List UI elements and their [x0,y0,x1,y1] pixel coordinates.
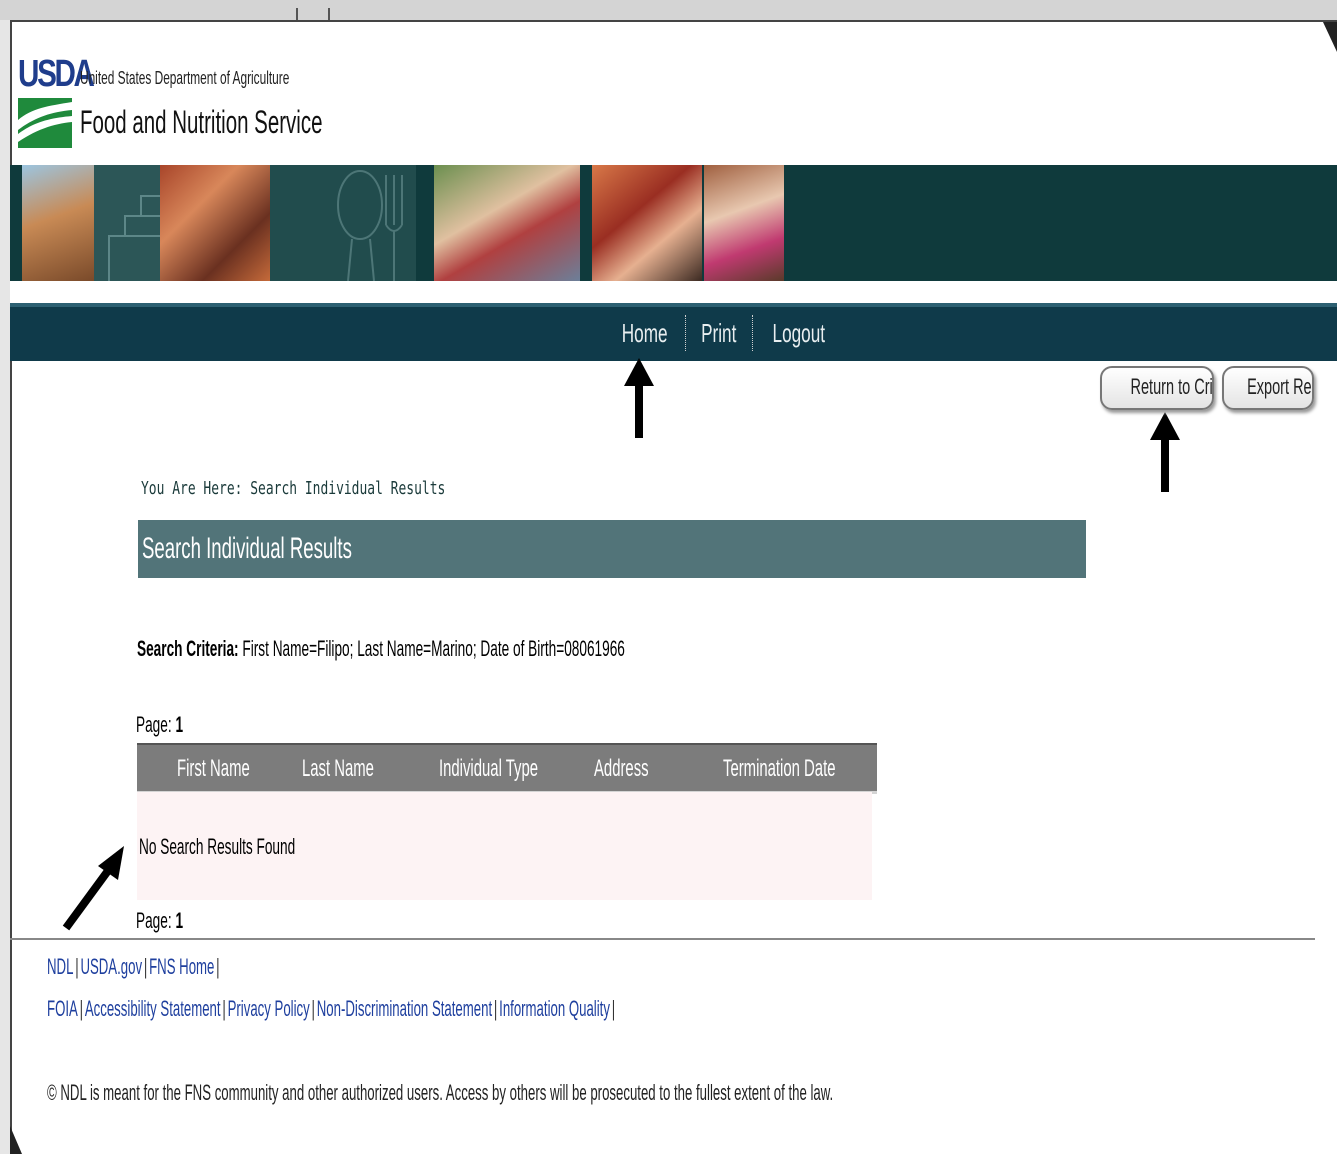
banner-photo-market [592,165,702,281]
return-to-criteria-label: Return to Criteria [1130,374,1213,399]
column-header-termination-date[interactable]: Termination Date [723,755,835,783]
footer-link-foia[interactable]: FOIA [47,996,78,1021]
footer-link-fns-home[interactable]: FNS Home [149,954,214,979]
callout-arrow-up-icon [624,358,654,438]
nav-logout-link[interactable]: Logout [771,318,826,349]
breadcrumb: You Are Here: Search Individual Results [141,478,446,499]
column-header-address[interactable]: Address [594,755,649,783]
nav-home-link[interactable]: Home [620,318,668,349]
return-to-criteria-button[interactable]: Return to Criteria [1100,366,1214,410]
column-header-individual-type[interactable]: Individual Type [439,755,538,783]
logo-agency-name: Food and Nutrition Service [80,104,323,140]
column-header-last-name[interactable]: Last Name [302,755,374,783]
pagination-top: Page: 1 [136,712,183,738]
browser-frame-segment [296,8,330,20]
empty-results-message: No Search Results Found [139,834,296,859]
frame-corner-mark-bottom [10,1126,22,1154]
banner-photo-women [704,165,784,281]
footer-link-privacy-policy[interactable]: Privacy Policy [228,996,310,1021]
footer-links-secondary: FOIA|Accessibility Statement|Privacy Pol… [47,996,616,1021]
footer-link-accessibility[interactable]: Accessibility Statement [85,996,221,1021]
header-photo-banner [10,165,1337,283]
footer-link-ndl[interactable]: NDL [47,954,73,979]
footer-link-non-discrimination[interactable]: Non-Discrimination Statement [317,996,492,1021]
search-criteria-value: First Name=Filipo; Last Name=Marino; Dat… [242,636,625,661]
search-criteria-label: Search Criteria: [137,636,239,661]
logo-wave-icon [18,98,72,148]
frame-corner-mark [1323,22,1337,52]
page-label: Page: [136,712,172,737]
footer-links-primary: NDL|USDA.gov|FNS Home| [47,954,220,979]
banner-graphic-utensils [270,165,416,282]
nav-menu: Home Print Logout [608,315,840,351]
footer-divider [10,938,1315,940]
export-report-label: Export Report [1247,374,1312,399]
nav-separator [751,315,753,351]
export-report-button[interactable]: Export Report [1222,366,1314,410]
pagination-bottom: Page: 1 [136,908,183,934]
page-title-bar: Search Individual Results [138,520,1086,578]
page-number[interactable]: 1 [175,908,183,933]
banner-photo-family [22,165,94,281]
callout-arrow-up-icon [1150,412,1180,492]
logo-department-name: United States Department of Agriculture [80,68,290,88]
top-navigation-bar: Home Print Logout [10,303,1337,361]
banner-photo-children [160,165,270,281]
banner-graphic-stairs [94,165,160,283]
footer-link-usda-gov[interactable]: USDA.gov [80,954,142,979]
results-table-body: No Search Results Found [137,792,872,900]
column-header-first-name[interactable]: First Name [177,755,250,783]
nav-separator [685,315,687,351]
page-number[interactable]: 1 [175,712,183,737]
page-label: Page: [136,908,172,933]
footer-link-information-quality[interactable]: Information Quality [499,996,610,1021]
banner-separator [10,281,1337,303]
banner-photo-family-meal [434,165,580,281]
callout-arrow-diagonal-icon [62,846,124,931]
page-title: Search Individual Results [142,532,352,565]
nav-print-link[interactable]: Print [700,318,738,349]
browser-frame-top [0,0,1337,22]
footer-copyright: © NDL is meant for the FNS community and… [47,1080,834,1105]
search-criteria: Search Criteria: First Name=Filipo; Last… [137,636,625,662]
results-table-header: First Name Last Name Individual Type Add… [137,743,877,794]
